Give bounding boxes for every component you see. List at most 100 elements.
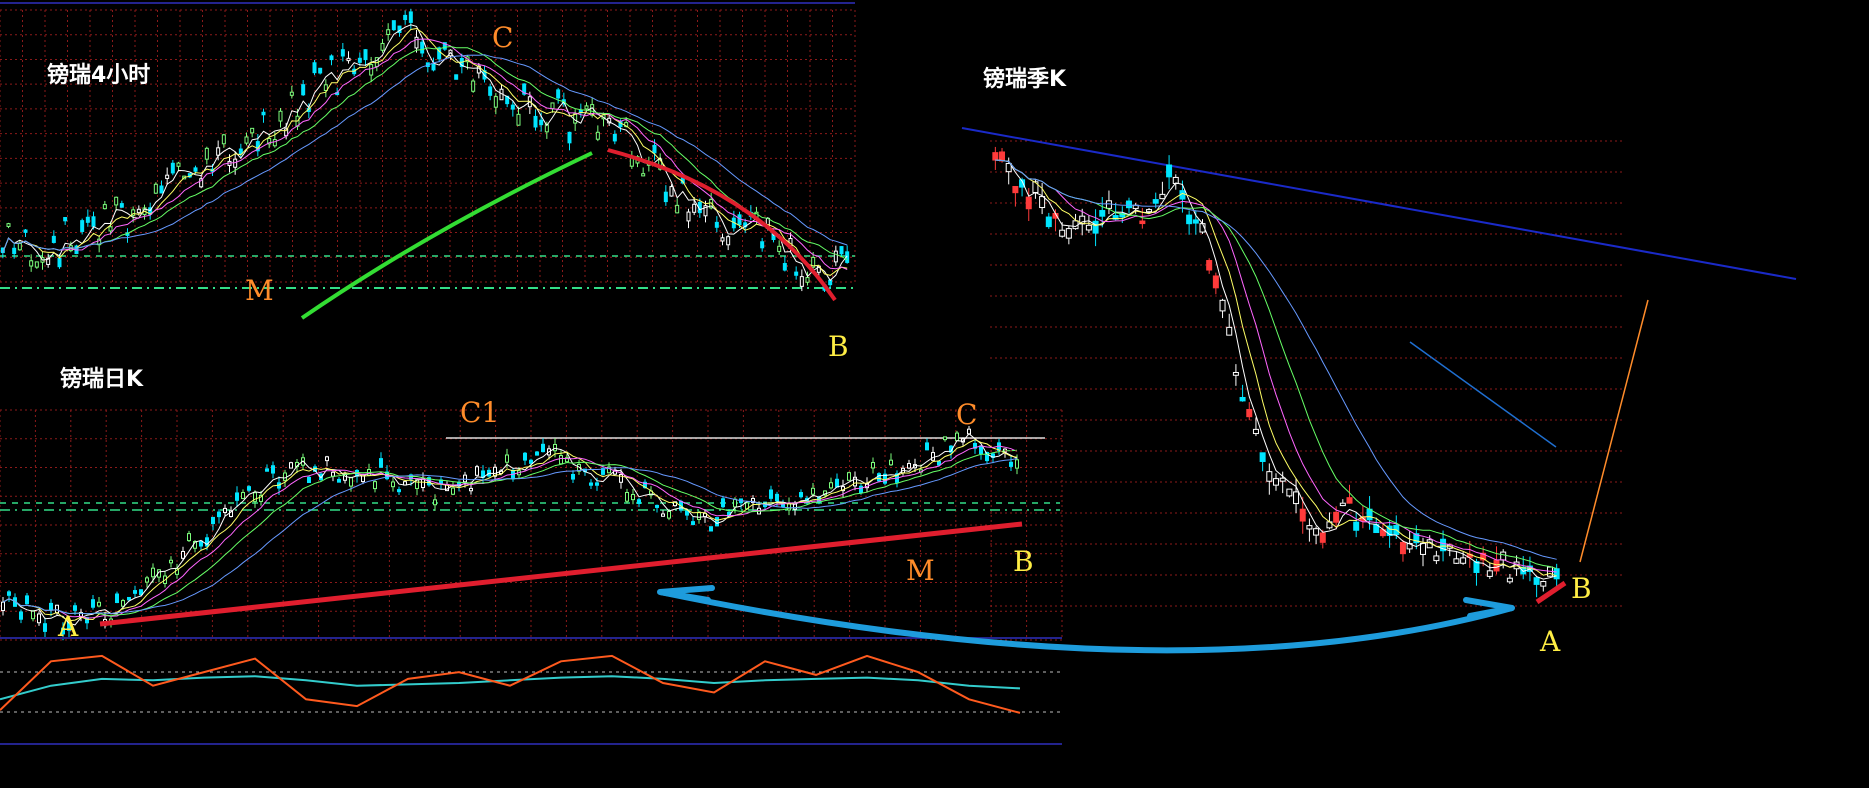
panel-daily-candle-body: [199, 540, 203, 547]
panel-4h-candle-body: [85, 216, 90, 223]
panel-4h-candle-body: [289, 91, 294, 96]
panel-daily-label-m: M: [906, 554, 935, 587]
panel-4h-candle-body: [159, 185, 164, 194]
panel-4h-candle-body: [556, 89, 561, 99]
panel-daily-candle-body: [589, 482, 593, 486]
panel-quarterly-candle-body: [1239, 397, 1246, 402]
panel-daily-candle-body: [49, 602, 53, 611]
panel-daily-candle-body: [775, 493, 779, 502]
panel-daily-candle-body: [595, 482, 599, 486]
panel-4h-candle-body: [516, 113, 521, 126]
panel-daily-candle-body: [463, 474, 467, 483]
panel-4h-candle-body: [454, 74, 459, 80]
panel-daily-candle-body: [955, 432, 959, 442]
panel-daily-candle-body: [877, 473, 881, 482]
panel-daily-candle-body: [283, 472, 287, 481]
panel-4h-candle-body: [839, 246, 844, 255]
panel-daily-candle-body: [931, 452, 935, 461]
panel-4h-candle-body: [391, 20, 396, 31]
panel-4h-candle-body: [431, 64, 436, 71]
panel-4h-candle-body: [533, 115, 538, 128]
panel-quarterly-candle-body: [992, 152, 999, 161]
panel-4h-candle-body: [17, 242, 22, 251]
panel-quarterly-candle-body: [1399, 541, 1406, 555]
panel-quarterly-candle-body: [1506, 577, 1513, 583]
panel-daily-candle-body: [925, 442, 929, 451]
panel-quarterly-candle-body: [1333, 511, 1340, 523]
panel-4h-candle-body: [692, 203, 697, 213]
panel-quarterly-candle-body: [1299, 508, 1306, 522]
panel-daily-candle-body: [535, 451, 539, 456]
panel-quarterly-candle-body: [1105, 200, 1112, 209]
panel-4h-candle-body: [233, 158, 238, 168]
chart-composite: 镑瑞4小时 C M B 镑瑞日K C1 C B M A 镑瑞季K B A: [0, 0, 1869, 788]
panel-4h-candle-body: [493, 96, 498, 108]
panel-quarterly-candle-body: [1206, 260, 1213, 271]
panel-4h-candle-body: [102, 204, 107, 210]
panel-4h-candle-body: [567, 131, 572, 144]
panel-4h-candle-body: [108, 226, 113, 232]
panel-4h-candle-body: [136, 208, 141, 214]
panel-4h-candle-body: [805, 277, 810, 283]
panel-4h-candle-body: [170, 162, 175, 174]
panel-4h-candle-body: [34, 261, 39, 268]
panel-4h-label-b: B: [828, 330, 849, 363]
panel-4h-candle-body: [12, 247, 17, 255]
panel-4h-candle-body: [261, 111, 266, 116]
panel-quarterly-candle-body: [1279, 477, 1286, 482]
panel-daily-candle-body: [733, 498, 737, 508]
panel-4h-candle-body: [488, 86, 493, 96]
panel-4h-candle-body: [29, 260, 34, 267]
panel-daily-candle-body: [373, 481, 377, 490]
panel-daily-candle-body: [217, 511, 221, 518]
panel-daily-candle-body: [433, 499, 437, 506]
panel-daily-candle-body: [43, 623, 47, 632]
panel-quarterly-candle-body: [1045, 216, 1052, 228]
panel-4h-candle-body: [301, 84, 306, 96]
panel-4h-candle-body: [23, 229, 28, 233]
panel-daily-candle-body: [379, 458, 383, 468]
panel-daily-candle-body: [835, 478, 839, 488]
panel-4h-candle-body: [595, 131, 600, 140]
panel-4h-candle-body: [176, 162, 181, 167]
panel-quarterly-candle-body: [1486, 570, 1493, 577]
panel-quarterly-candle-body: [1339, 502, 1346, 507]
panel-daily-candle-body: [709, 526, 713, 532]
panel-daily-candle-body: [907, 463, 911, 469]
panel-daily-candle-body: [943, 436, 947, 441]
panel-daily-candle-body: [397, 489, 401, 493]
panel-daily-title: 镑瑞日K: [60, 366, 144, 392]
panel-daily-candle-body: [271, 465, 275, 474]
panel-4h-candle-body: [312, 62, 317, 74]
panel-quarterly-label-b: B: [1571, 572, 1592, 605]
panel-daily-candle-body: [523, 452, 527, 461]
panel-quarterly-candle-body: [1192, 219, 1199, 224]
panel-quarterly-candle-body: [1460, 557, 1467, 564]
panel-4h-candle-body: [714, 221, 719, 228]
panel-4h-candle-body: [641, 173, 646, 177]
panel-4h-candle-body: [652, 144, 657, 154]
panel-quarterly-candle-body: [1500, 551, 1507, 561]
panel-daily-candle-body: [667, 510, 671, 519]
panel-daily-label-c1: C1: [460, 396, 499, 429]
panel-4h-candle-body: [340, 49, 345, 57]
panel-daily-candle-body: [211, 516, 215, 525]
panel-daily-candle-body: [859, 485, 863, 494]
panel-daily-candle-body: [655, 504, 659, 508]
panel-daily-candle-body: [529, 459, 533, 464]
panel-daily-candle-body: [1, 601, 5, 612]
panel-daily-label-b: B: [1013, 545, 1034, 578]
panel-4h-candle-body: [663, 191, 668, 203]
panel-quarterly-candle-body: [1232, 371, 1239, 376]
panel-4h-candle-body: [471, 80, 476, 92]
panel-daily-candle-body: [715, 517, 719, 527]
panel-quarterly-candle-body: [1319, 532, 1326, 543]
panel-4h-label-m: M: [245, 274, 274, 307]
panel-daily-candle-body: [829, 482, 833, 489]
panel-quarterly-title: 镑瑞季K: [983, 66, 1067, 92]
panel-quarterly-candle-body: [1420, 542, 1427, 555]
panel-4h-candle-body: [380, 42, 385, 51]
panel-quarterly-candle-body: [999, 151, 1006, 162]
panel-daily-candle-body: [181, 550, 185, 559]
panel-4h-candle-body: [726, 236, 731, 246]
